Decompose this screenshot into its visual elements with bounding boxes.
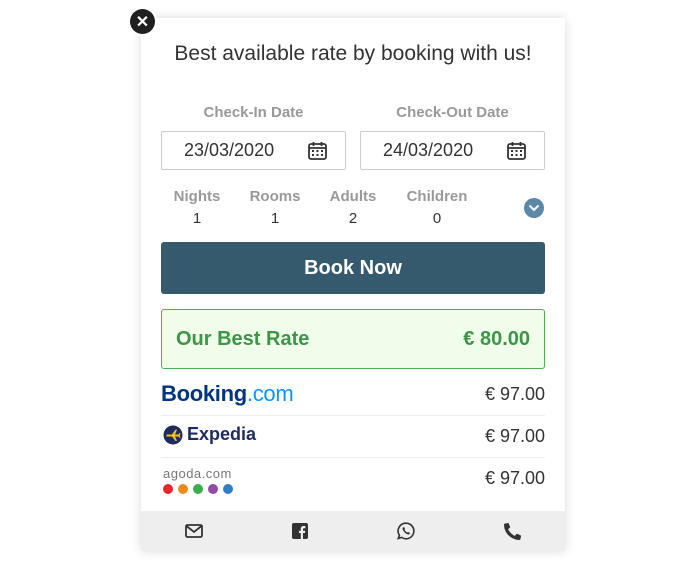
phone-icon — [503, 522, 521, 540]
agoda-dots — [163, 484, 233, 494]
expand-options-button[interactable] — [524, 198, 544, 218]
widget-title: Best available rate by booking with us! — [174, 42, 532, 65]
stat-nights: Nights 1 — [162, 188, 232, 227]
stat-rooms: Rooms 1 — [240, 188, 310, 227]
competitor-row-booking: Booking.com € 97.00 — [161, 374, 545, 416]
competitor-row-expedia: Expedia € 97.00 — [161, 416, 545, 458]
expedia-logo: Expedia — [163, 424, 256, 445]
stat-label: Adults — [329, 188, 377, 205]
whatsapp-button[interactable] — [353, 511, 459, 551]
competitor-row-agoda: agoda.com € 97.00 — [161, 458, 545, 499]
whatsapp-icon — [397, 522, 415, 540]
facebook-icon — [292, 523, 308, 539]
checkin-label: Check-In Date — [203, 104, 304, 121]
stat-label: Rooms — [249, 188, 301, 205]
stat-value: 2 — [348, 210, 358, 227]
chevron-down-icon — [528, 204, 540, 212]
stat-value: 0 — [432, 210, 442, 227]
envelope-icon — [185, 524, 203, 538]
checkin-date-value: 23/03/2020 — [184, 140, 275, 160]
expedia-plane-icon — [163, 425, 183, 444]
competitor-price: € 97.00 — [484, 384, 545, 404]
booking-widget: Best available rate by booking with us! … — [141, 18, 565, 551]
calendar-icon[interactable] — [308, 141, 327, 165]
booking-com-logo: Booking.com — [161, 381, 294, 406]
best-rate-label: Our Best Rate — [176, 328, 310, 350]
footer-contact-bar — [141, 511, 565, 551]
stat-label: Children — [406, 188, 468, 205]
stat-value: 1 — [192, 210, 202, 227]
close-icon: ✕ — [135, 13, 150, 31]
competitor-price: € 97.00 — [484, 426, 545, 446]
facebook-button[interactable] — [247, 511, 353, 551]
best-rate-price: € 80.00 — [463, 328, 530, 350]
book-now-button[interactable]: Book Now — [161, 242, 545, 294]
agoda-logo: agoda.com — [163, 466, 233, 494]
competitor-price: € 97.00 — [484, 468, 545, 488]
calendar-icon[interactable] — [507, 141, 526, 165]
email-button[interactable] — [141, 511, 247, 551]
stat-label: Nights — [173, 188, 221, 205]
stat-value: 1 — [270, 210, 280, 227]
best-rate-box: Our Best Rate € 80.00 — [161, 309, 545, 369]
checkout-date-field[interactable]: 24/03/2020 — [360, 131, 545, 170]
phone-button[interactable] — [459, 511, 565, 551]
stat-children: Children 0 — [402, 188, 472, 227]
checkout-label: Check-Out Date — [396, 104, 509, 121]
checkin-date-field[interactable]: 23/03/2020 — [161, 131, 346, 170]
stat-adults: Adults 2 — [318, 188, 388, 227]
close-button[interactable]: ✕ — [130, 9, 155, 34]
checkout-date-value: 24/03/2020 — [383, 140, 474, 160]
